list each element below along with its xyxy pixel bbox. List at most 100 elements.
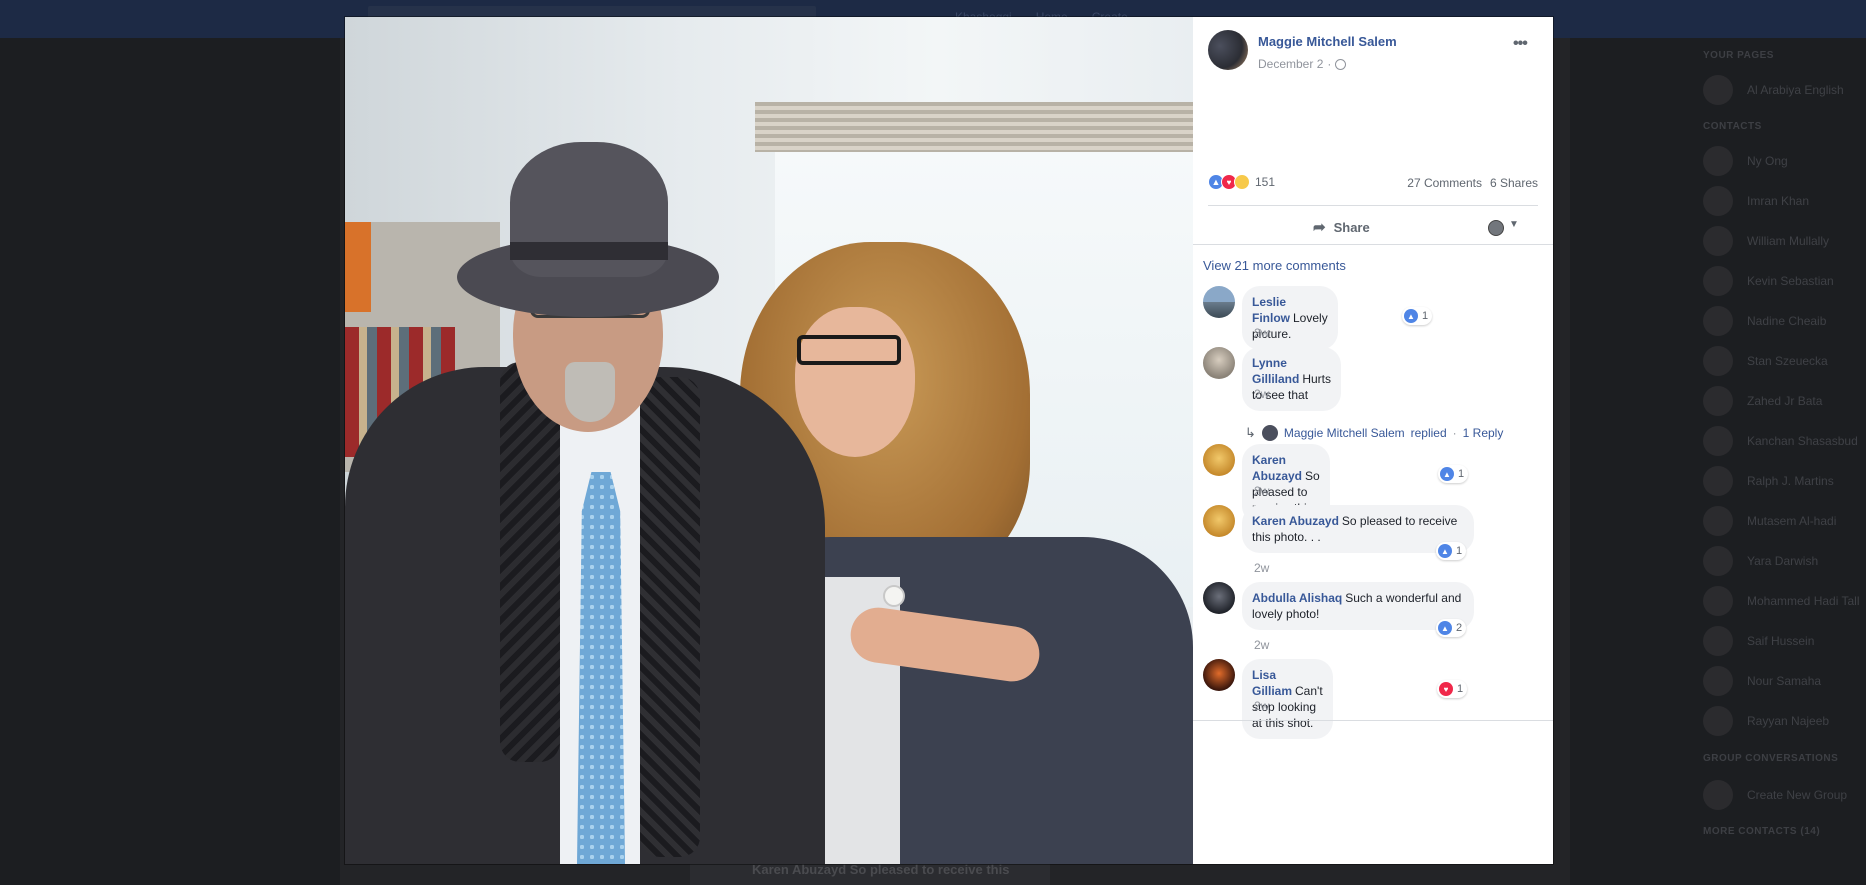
avatar: [1703, 546, 1733, 576]
photo-blind: [755, 102, 1193, 152]
post-as-avatar[interactable]: [1488, 220, 1504, 236]
avatar: [1703, 226, 1733, 256]
photo-man-scarf: [640, 377, 700, 857]
contact-item[interactable]: Nour Samaha: [1703, 666, 1821, 696]
divider: [1193, 244, 1553, 245]
contact-item[interactable]: Mohammed Hadi Tall: [1703, 586, 1860, 616]
avatar: [1703, 626, 1733, 656]
contact-item[interactable]: Mutasem Al-hadi: [1703, 506, 1836, 536]
comment-reaction-badge[interactable]: ▲ 1: [1402, 307, 1433, 325]
comment-author[interactable]: Karen Abuzayd: [1252, 514, 1339, 528]
contact-name: Stan Szeuecka: [1747, 354, 1828, 368]
comment-reaction-badge[interactable]: ▲ 1: [1436, 542, 1467, 560]
contact-item[interactable]: Ralph J. Martins: [1703, 466, 1834, 496]
shares-count[interactable]: 6 Shares: [1490, 176, 1538, 190]
rail-page-item[interactable]: Al Arabiya English: [1703, 75, 1844, 105]
avatar: [1703, 666, 1733, 696]
comment-reaction-badge[interactable]: ▲ 1: [1438, 465, 1469, 483]
sad-reaction-icon: [1234, 174, 1250, 190]
comment-time[interactable]: 2w: [1254, 387, 1269, 401]
photo-man-scarf: [500, 362, 560, 762]
separator-dot: ·: [1327, 57, 1332, 71]
more-options-icon[interactable]: •••: [1513, 35, 1528, 53]
post-photo[interactable]: [345, 17, 1193, 864]
post-date: December 2 ·: [1258, 57, 1347, 71]
globe-icon[interactable]: [1335, 58, 1347, 70]
like-reaction-icon: ▲: [1440, 467, 1454, 481]
reactions-summary[interactable]: ▲ ♥ 151: [1208, 174, 1275, 190]
contact-item[interactable]: Imran Khan: [1703, 186, 1809, 216]
contact-item[interactable]: Nadine Cheaib: [1703, 306, 1826, 336]
contact-name: Nour Samaha: [1747, 674, 1822, 688]
contact-name: Kanchan Shasasbud: [1747, 434, 1858, 448]
avatar: [1703, 466, 1733, 496]
comment-time[interactable]: 2w: [1254, 699, 1269, 713]
contact-name: Mutasem Al-hadi: [1747, 514, 1837, 528]
comment-time[interactable]: 2w: [1254, 561, 1269, 575]
contact-name: Ralph J. Martins: [1747, 474, 1834, 488]
contact-name: Zahed Jr Bata: [1747, 394, 1823, 408]
love-reaction-icon: ♥: [1439, 682, 1453, 696]
reply-arrow-icon: ↳: [1245, 425, 1256, 440]
avatar[interactable]: [1203, 505, 1235, 537]
photo-woman-necklace: [885, 587, 903, 605]
comment-bubble: Leslie Finlow Lovely picture.: [1242, 286, 1338, 350]
contact-item[interactable]: Zahed Jr Bata: [1703, 386, 1822, 416]
comment-time[interactable]: 2w: [1254, 484, 1269, 498]
create-group-item[interactable]: Create New Group: [1703, 780, 1847, 810]
dimmed-feed-comment-text: Karen Abuzayd So pleased to receive this: [752, 862, 1010, 877]
avatar[interactable]: [1203, 659, 1235, 691]
contact-item[interactable]: Ny Ong: [1703, 146, 1788, 176]
author-avatar[interactable]: [1208, 30, 1248, 70]
avatar: [1703, 266, 1733, 296]
share-button[interactable]: ➦ Share: [1313, 214, 1370, 240]
chevron-down-icon[interactable]: ▼: [1509, 219, 1519, 230]
like-reaction-icon: ▲: [1404, 309, 1418, 323]
avatar: [1703, 186, 1733, 216]
comment-reaction-badge[interactable]: ▲ 2: [1436, 619, 1467, 637]
comments-count[interactable]: 27 Comments: [1407, 176, 1482, 190]
comment-time[interactable]: 2w: [1254, 638, 1269, 652]
engagement-counts: 27 Comments 6 Shares: [1407, 176, 1538, 190]
contact-item[interactable]: Yara Darwish: [1703, 546, 1818, 576]
contact-item[interactable]: William Mullally: [1703, 226, 1829, 256]
like-reaction-icon: ▲: [1438, 544, 1452, 558]
post-date-text[interactable]: December 2: [1258, 57, 1323, 71]
avatar[interactable]: [1203, 286, 1235, 318]
avatar[interactable]: [1203, 444, 1235, 476]
view-more-comments-link[interactable]: View 21 more comments: [1203, 258, 1346, 273]
avatar: [1703, 146, 1733, 176]
comment-time[interactable]: 2w: [1254, 326, 1269, 340]
comment-author[interactable]: Karen Abuzayd: [1252, 453, 1302, 483]
rail-page-name: Al Arabiya English: [1747, 83, 1844, 97]
contact-name: Yara Darwish: [1747, 554, 1819, 568]
avatar[interactable]: [1203, 347, 1235, 379]
contact-item[interactable]: Stan Szeuecka: [1703, 346, 1828, 376]
contact-name: Ny Ong: [1747, 154, 1788, 168]
comment-author[interactable]: Leslie Finlow: [1252, 295, 1290, 325]
contact-item[interactable]: Kanchan Shasasbud: [1703, 426, 1858, 456]
comment-author[interactable]: Lisa Gilliam: [1252, 668, 1292, 698]
comment-reaction-count: 1: [1422, 310, 1429, 322]
avatar[interactable]: [1203, 582, 1235, 614]
contact-name: Saif Hussein: [1747, 634, 1815, 648]
avatar: [1703, 346, 1733, 376]
comment-author[interactable]: Abdulla Alishaq: [1252, 591, 1342, 605]
author-name[interactable]: Maggie Mitchell Salem: [1258, 34, 1397, 49]
contact-name: Kevin Sebastian: [1747, 274, 1834, 288]
contact-name: William Mullally: [1747, 234, 1830, 248]
rail-heading-contacts: CONTACTS: [1703, 121, 1762, 132]
photo-man-beard: [565, 362, 615, 422]
create-group-label: Create New Group: [1747, 788, 1848, 802]
replies-link[interactable]: ↳ Maggie Mitchell Salem replied · 1 Repl…: [1245, 425, 1503, 441]
contact-item[interactable]: Rayyan Najeeb: [1703, 706, 1829, 736]
comment-bubble: Lynne Gilliland Hurts to see that: [1242, 347, 1342, 411]
comment-reaction-badge[interactable]: ♥ 1: [1437, 680, 1468, 698]
contact-item[interactable]: Kevin Sebastian: [1703, 266, 1834, 296]
comment-author[interactable]: Lynne Gilliland: [1252, 356, 1299, 386]
rail-heading-more-contacts: MORE CONTACTS (14): [1703, 826, 1821, 837]
contact-item[interactable]: Saif Hussein: [1703, 626, 1814, 656]
rail-heading-groups: GROUP CONVERSATIONS: [1703, 753, 1839, 764]
group-icon: [1703, 780, 1733, 810]
photo-lightbox: Maggie Mitchell Salem December 2 · ••• ▲…: [345, 17, 1553, 864]
